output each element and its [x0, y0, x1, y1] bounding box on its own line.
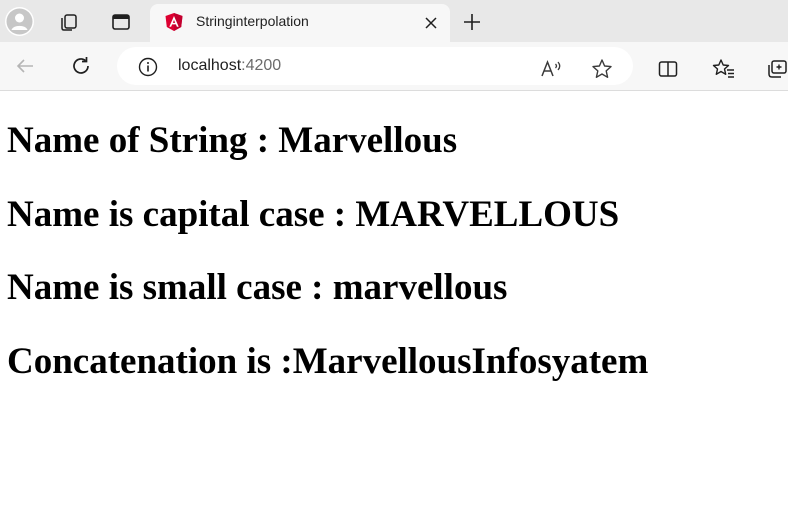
heading-concatenation: Concatenation is :MarvellousInfosyatem: [7, 341, 649, 382]
back-button[interactable]: [10, 51, 40, 81]
profile-button[interactable]: [5, 7, 34, 36]
heading-string-name: Name of String : Marvellous: [7, 120, 458, 161]
split-screen-icon: [658, 61, 678, 77]
close-icon: [425, 17, 437, 29]
angular-icon: [164, 12, 184, 32]
collections-icon: [768, 60, 787, 78]
reload-icon: [73, 57, 89, 74]
split-screen-button[interactable]: [654, 55, 682, 83]
tab-close-button[interactable]: [420, 12, 442, 34]
tab-active[interactable]: Stringinterpolation: [150, 4, 450, 42]
vertical-tabs-icon: [112, 14, 130, 30]
collections-button[interactable]: [764, 55, 788, 83]
workspaces-button[interactable]: [54, 7, 84, 37]
new-tab-button[interactable]: [457, 7, 487, 37]
tab-title: Stringinterpolation: [196, 13, 309, 29]
back-arrow-icon: [16, 59, 33, 73]
url-port: :4200: [241, 57, 282, 74]
url-text[interactable]: localhost:4200: [178, 57, 281, 75]
site-info-button[interactable]: [137, 56, 159, 78]
info-icon: [138, 57, 158, 77]
url-host: localhost: [178, 57, 242, 74]
favorites-button[interactable]: [710, 55, 738, 83]
star-icon: [592, 59, 612, 78]
workspaces-icon: [61, 14, 77, 31]
tab-actions-button[interactable]: [106, 7, 136, 37]
browser-window: Stringinterpolation localhost:4200 Name …: [0, 0, 788, 530]
page-content: Name of String : Marvellous Name is capi…: [0, 91, 788, 530]
read-aloud-button[interactable]: [538, 55, 566, 83]
heading-capital-case: Name is capital case : MARVELLOUS: [7, 194, 620, 235]
profile-icon: [6, 8, 33, 35]
favorites-icon: [712, 59, 734, 78]
heading-small-case: Name is small case : marvellous: [7, 267, 508, 308]
add-favorite-button[interactable]: [588, 55, 616, 83]
tab-strip: Stringinterpolation: [0, 0, 788, 42]
browser-toolbar: localhost:4200: [0, 42, 788, 91]
read-aloud-icon: [541, 59, 561, 77]
reload-button[interactable]: [66, 51, 96, 81]
plus-icon: [464, 14, 480, 30]
